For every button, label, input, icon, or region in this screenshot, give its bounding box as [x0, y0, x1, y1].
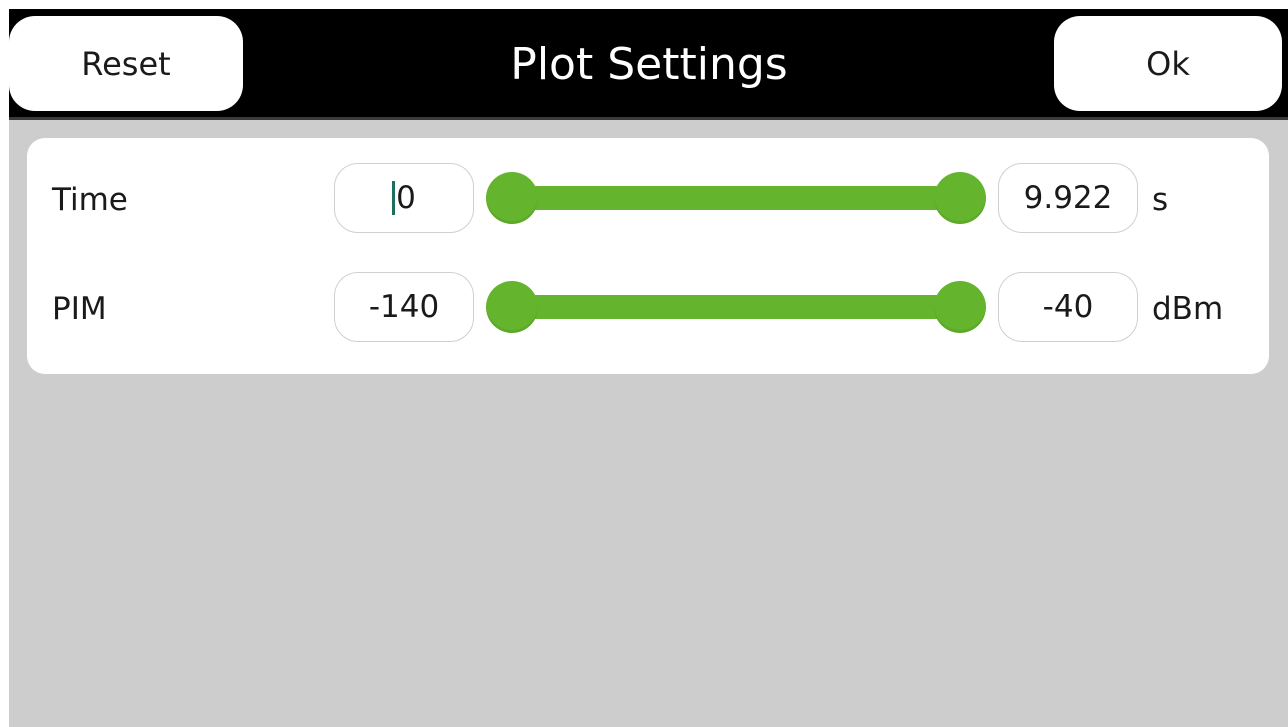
time-max-value: 9.922	[1023, 180, 1113, 216]
pim-max-value: -40	[1042, 289, 1094, 325]
ok-button-label: Ok	[1146, 44, 1190, 83]
pim-min-value: -140	[368, 289, 440, 325]
ok-button[interactable]: Ok	[1054, 16, 1282, 111]
settings-card: Time 0 9.922 s PIM -140 -40 dBm	[27, 138, 1269, 374]
time-min-input[interactable]: 0	[334, 163, 474, 233]
pim-row: PIM -140 -40 dBm	[27, 272, 1269, 346]
reset-button-label: Reset	[81, 44, 171, 83]
pim-range-slider[interactable]	[486, 272, 986, 346]
time-min-value: 0	[396, 180, 416, 216]
pim-label: PIM	[52, 291, 107, 327]
time-range-slider[interactable]	[486, 163, 986, 237]
pim-slider-high-thumb[interactable]	[934, 281, 986, 333]
pim-unit-label: dBm	[1152, 291, 1224, 327]
time-row: Time 0 9.922 s	[27, 163, 1269, 237]
time-slider-low-thumb[interactable]	[486, 172, 538, 224]
time-slider-high-thumb[interactable]	[934, 172, 986, 224]
plot-settings-screen: Reset Plot Settings Ok Time 0 9.922 s PI…	[9, 9, 1288, 727]
page-title: Plot Settings	[510, 39, 788, 90]
time-slider-track	[512, 186, 960, 210]
reset-button[interactable]: Reset	[9, 16, 243, 111]
time-unit-label: s	[1152, 182, 1169, 218]
pim-slider-track	[512, 295, 960, 319]
pim-max-input[interactable]: -40	[998, 272, 1138, 342]
title-bar: Reset Plot Settings Ok	[9, 9, 1288, 120]
text-cursor	[392, 181, 396, 215]
pim-min-input[interactable]: -140	[334, 272, 474, 342]
pim-slider-low-thumb[interactable]	[486, 281, 538, 333]
time-max-input[interactable]: 9.922	[998, 163, 1138, 233]
time-label: Time	[52, 182, 128, 218]
